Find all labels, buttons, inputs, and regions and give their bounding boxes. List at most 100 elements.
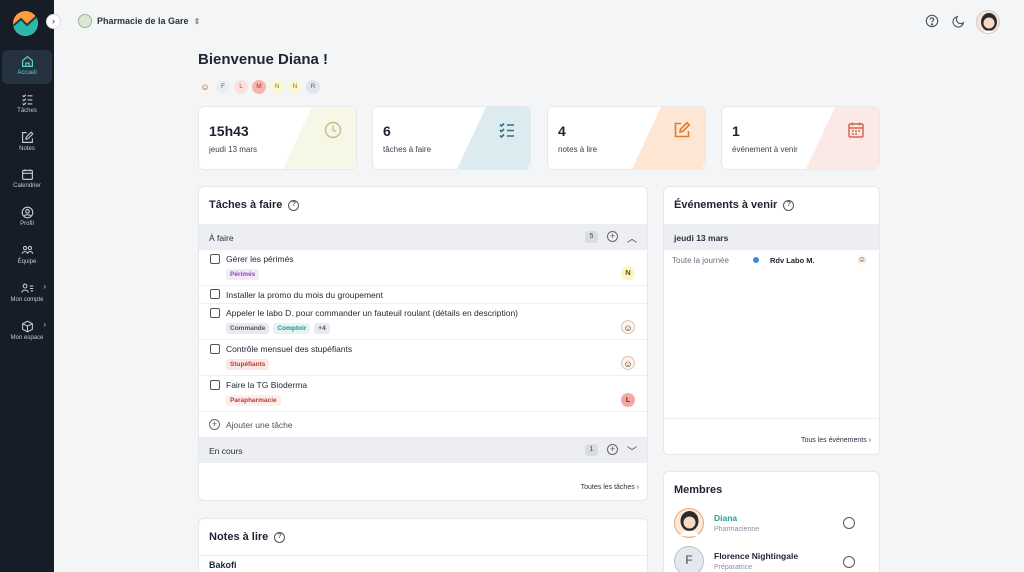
collapse-sidebar-button[interactable]: › [46,14,61,29]
sidebar-item-equipe[interactable]: Équipe [2,239,52,273]
task-checkbox[interactable] [210,380,220,390]
sidebar-item-label: Mon compte [10,297,44,303]
checklist-icon [21,94,32,106]
add-task-icon[interactable]: + [607,444,618,455]
task-row[interactable]: Gérer les périmés Périmés N [199,250,647,286]
member-row[interactable]: F Florence Nightingale Préparatrice [674,546,798,572]
help-icon[interactable]: ? [288,199,300,211]
stat-decoration [453,107,530,169]
chevron-updown-icon: ⇕ [193,16,201,26]
notes-card: Notes à lire? Bakofi [198,518,648,572]
event-assignee-avatar[interactable]: ☺ [857,255,867,265]
plus-circle-icon: + [209,419,220,430]
chevron-right-icon: › [43,282,46,291]
calendar-icon [21,169,33,180]
task-tag: Périmés [226,269,260,280]
todo-section-header[interactable]: À faire 5 + ︿ [199,224,647,250]
team-avatars: ☺ F L M N N R [198,80,320,94]
sidebar-item-taches[interactable]: Tâches [2,88,52,122]
user-circle-icon [21,206,33,219]
edit-icon [674,121,691,138]
task-assignee-avatar[interactable]: L [621,393,635,407]
member-role: Préparatrice [714,564,753,571]
all-tasks-link[interactable]: Toutes les tâches › [581,484,639,491]
sidebar-item-label: Accueil [17,70,37,76]
event-time: Toute la journée [672,256,729,265]
sidebar-item-mon-compte[interactable]: › Mon compte [2,277,52,311]
events-card: Événements à venir? jeudi 13 mars Toute … [663,186,880,455]
add-task-button[interactable]: + Ajouter une tâche [209,419,293,430]
note-title[interactable]: Bakofi [209,560,237,570]
task-assignee-avatar[interactable]: N [621,266,635,280]
edit-icon [21,131,34,143]
moon-icon[interactable] [952,14,966,28]
all-events-link[interactable]: Tous les événements › [801,437,871,444]
task-assignee-avatar[interactable]: ☺ [621,356,635,370]
sidebar-item-calendrier[interactable]: Calendrier [2,163,52,197]
task-checkbox[interactable] [210,289,220,299]
pharmacy-name: Pharmacie de la Gare [97,16,189,26]
checklist-icon [499,122,514,139]
sidebar: › Accueil Tâches Notes Calendrier Profil… [0,0,61,572]
calendar-icon [848,122,864,138]
help-icon[interactable]: ? [783,199,795,211]
all-tasks-link-label: Toutes les tâches [580,484,635,491]
stat-card-events[interactable]: 1 événement à venir [721,106,880,170]
event-date: jeudi 13 mars [674,233,729,243]
stat-card-tasks[interactable]: 6 tâches à faire [372,106,531,170]
member-name: Florence Nightingale [714,551,799,561]
team-avatar[interactable]: N [270,80,284,94]
task-row[interactable]: Contrôle mensuel des stupéfiants Stupéfi… [199,340,647,376]
task-title: Appeler le labo D. pour commander un fau… [226,308,518,318]
task-row[interactable]: Faire la TG Bioderma Parapharmacie L [199,376,647,412]
help-icon[interactable]: ? [274,531,286,543]
pharmacy-logo-icon [78,14,92,28]
task-checkbox[interactable] [210,344,220,354]
user-avatar[interactable] [976,10,1000,34]
task-tag: +4 [314,323,330,334]
sidebar-item-mon-espace[interactable]: › Mon espace [2,315,52,349]
task-assignee-avatar[interactable]: ☺ [621,320,635,334]
sidebar-item-label: Notes [19,146,35,152]
in-progress-section-header[interactable]: En cours 1 + ﹀ [199,437,647,463]
event-name[interactable]: Rdv Labo M. [770,256,815,265]
team-avatar[interactable]: F [216,80,230,94]
sidebar-item-notes[interactable]: Notes [2,126,52,160]
tasks-title-text: Tâches à faire [209,199,283,211]
team-avatar[interactable]: N [288,80,302,94]
task-title: Gérer les périmés [226,254,294,264]
stat-value: 1 [732,123,740,139]
sidebar-item-profil[interactable]: Profil [2,201,52,235]
task-tag: Commande [226,323,270,334]
team-avatar[interactable]: L [234,80,248,94]
stat-decoration [802,107,879,169]
events-card-title: Événements à venir? [674,199,795,211]
stat-card-time: 15h43 jeudi 13 mars [198,106,357,170]
sidebar-item-label: Mon espace [10,335,44,341]
task-title: Contrôle mensuel des stupéfiants [226,344,353,354]
task-tag: Stupéfiants [226,359,270,370]
stat-value: 15h43 [209,123,249,139]
app-logo[interactable] [13,11,38,36]
task-row[interactable]: Installer la promo du mois du groupement [199,286,647,304]
add-task-icon[interactable]: + [607,231,618,242]
team-avatar[interactable]: R [306,80,320,94]
all-events-link-label: Tous les événements [800,437,867,444]
cube-icon [21,320,33,333]
sidebar-item-accueil[interactable]: Accueil [2,50,52,84]
team-avatar[interactable]: ☺ [198,80,212,94]
task-checkbox[interactable] [210,308,220,318]
chevron-up-icon[interactable]: ︿ [627,230,637,245]
pharmacy-selector[interactable]: Pharmacie de la Gare ⇕ [78,14,200,28]
task-row[interactable]: Appeler le labo D. pour commander un fau… [199,304,647,340]
team-avatar[interactable]: M [252,80,266,94]
profile-icon[interactable] [843,556,855,568]
member-row[interactable]: Diana Pharmacienne [674,508,759,538]
task-checkbox[interactable] [210,254,220,264]
event-dot [753,257,759,263]
help-icon[interactable] [925,14,939,28]
profile-icon[interactable] [843,517,855,529]
chevron-down-icon[interactable]: ﹀ [627,443,637,458]
stat-card-notes[interactable]: 4 notes à lire [547,106,706,170]
page-title: Bienvenue Diana ! [198,51,329,68]
